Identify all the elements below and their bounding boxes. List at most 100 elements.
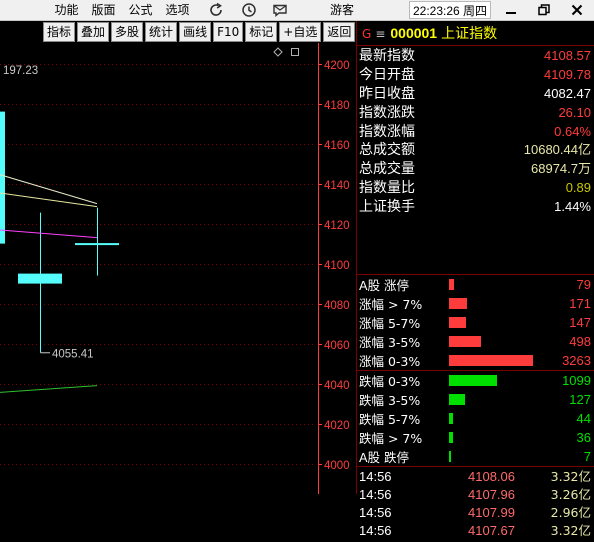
breadth-bar — [449, 413, 453, 424]
stat-value: 26.10 — [558, 104, 591, 120]
minimize-button[interactable] — [497, 0, 525, 20]
indicator-button[interactable]: 指标 — [43, 22, 76, 42]
trade-volume: 3.32亿 — [550, 523, 591, 538]
kline-chart[interactable]: 4200 4180 4160 4140 4120 4100 4080 4060 4040 4020… — [0, 43, 357, 494]
stat-row: 总成交量 68974.7万 — [357, 160, 594, 179]
guest-label[interactable]: 游客 — [330, 0, 354, 20]
breadth-row[interactable]: 涨幅 3-5% 498 — [357, 332, 594, 351]
breadth-row[interactable]: 涨幅 5-7% 147 — [357, 313, 594, 332]
high-price-label: 197.23 — [3, 65, 38, 77]
breadth-bar-track — [441, 275, 537, 294]
price-tick-label: 4000 — [324, 460, 350, 472]
trade-time: 14:56 — [359, 505, 392, 520]
close-button[interactable] — [563, 0, 591, 20]
minimize-icon — [506, 12, 516, 14]
candle-body[interactable] — [0, 111, 5, 244]
mark-button[interactable]: 标记 — [245, 22, 278, 42]
menu-item-function[interactable]: 功能 — [48, 0, 85, 20]
moving-average-line — [0, 174, 98, 205]
moving-average-line — [0, 229, 98, 239]
main-menu: 功能 版面 公式 选项 — [48, 0, 196, 20]
square-icon[interactable] — [291, 48, 299, 56]
clock-icon[interactable] — [241, 2, 257, 18]
breadth-bar — [449, 451, 451, 462]
stat-label: 指数量比 — [359, 180, 415, 197]
breadth-bar — [449, 279, 454, 290]
back-button[interactable]: 返回 — [323, 22, 356, 42]
breadth-label: A股 跌停 — [359, 450, 410, 465]
breadth-row[interactable]: 跌幅 3-5% 127 — [357, 390, 594, 409]
restore-button[interactable] — [530, 0, 558, 20]
stat-value: 0.64% — [554, 123, 591, 139]
breadth-value: 127 — [569, 392, 591, 407]
menu-item-options[interactable]: 选项 — [159, 0, 196, 20]
trade-volume: 3.26亿 — [550, 487, 591, 502]
close-icon — [571, 4, 583, 16]
stat-row: 总成交额 10680.44亿 — [357, 141, 594, 160]
stat-label: 总成交额 — [359, 142, 415, 159]
message-icon[interactable] — [272, 2, 288, 18]
breadth-row[interactable]: 涨幅 0-3% 3263 — [357, 351, 594, 370]
breadth-row[interactable]: 跌幅 > 7% 36 — [357, 428, 594, 447]
breadth-row[interactable]: A股 涨停 79 — [357, 275, 594, 294]
candle-body[interactable] — [18, 273, 62, 284]
breadth-value: 36 — [576, 430, 591, 445]
breadth-bar-track — [441, 428, 537, 447]
breadth-row[interactable]: 跌幅 0-3% 1099 — [357, 371, 594, 390]
stat-label: 上证换手 — [359, 199, 415, 216]
candles — [0, 111, 119, 353]
refresh-icon[interactable] — [208, 2, 224, 18]
diamond-icon[interactable] — [273, 47, 283, 57]
breadth-row[interactable]: A股 跌停 7 — [357, 447, 594, 466]
breadth-value: 7 — [583, 449, 591, 464]
breadth-bar-track — [441, 313, 537, 332]
price-tick-label: 4060 — [324, 340, 350, 352]
moving-average-line — [0, 192, 98, 208]
trade-row: 14:56 4107.96 3.26亿 — [357, 486, 594, 504]
breadth-bar — [449, 317, 466, 328]
breadth-value: 171 — [569, 296, 591, 311]
draw-line-button[interactable]: 画线 — [179, 22, 212, 42]
price-tick-label: 4120 — [324, 220, 350, 232]
breadth-value: 3263 — [562, 353, 591, 368]
breadth-label: 涨幅 3-5% — [359, 335, 421, 350]
stat-label: 总成交量 — [359, 161, 415, 178]
add-watchlist-button[interactable]: +自选 — [279, 22, 322, 42]
trade-volume: 2.96亿 — [550, 505, 591, 520]
overlay-button[interactable]: 叠加 — [77, 22, 110, 42]
breadth-bar — [449, 298, 467, 309]
title-bar: 功能 版面 公式 选项 游客 22:23:26 周四 — [0, 0, 594, 21]
market-g-icon[interactable]: G — [362, 22, 371, 45]
trade-time: 14:56 — [359, 487, 392, 502]
breadth-value: 79 — [576, 277, 591, 292]
price-tick-label: 4160 — [324, 140, 350, 152]
trade-price: 4108.06 — [468, 469, 515, 484]
stat-row: 最新指数 4108.57 — [357, 47, 594, 66]
stat-value: 1.44% — [554, 199, 591, 215]
stat-label: 今日开盘 — [359, 66, 415, 83]
breadth-bar-track — [441, 409, 537, 428]
kline-chart-svg[interactable]: 4200 4180 4160 4140 4120 4100 4080 4060 4040 4020… — [0, 43, 357, 494]
low-price-label: 4055.41 — [52, 348, 94, 360]
stat-value: 4082.47 — [544, 85, 591, 101]
breadth-row[interactable]: 涨幅 > 7% 171 — [357, 294, 594, 313]
chart-labels: 197.23 4055.41 — [3, 65, 94, 360]
quote-menu-icon[interactable]: ≡ — [375, 22, 385, 45]
price-tick-label: 4200 — [324, 60, 350, 72]
f10-button[interactable]: F10 — [213, 22, 244, 42]
trade-time: 14:56 — [359, 523, 392, 538]
trade-time: 14:56 — [359, 469, 392, 484]
trade-row: 14:56 4107.67 3.32亿 — [357, 522, 594, 540]
statistics-button[interactable]: 统计 — [145, 22, 178, 42]
breadth-value: 44 — [576, 411, 591, 426]
multi-stock-button[interactable]: 多股 — [111, 22, 144, 42]
trade-row: 14:56 4107.99 2.96亿 — [357, 504, 594, 522]
breadth-label: 涨幅 0-3% — [359, 354, 421, 369]
candle-body[interactable] — [75, 243, 119, 246]
breadth-row[interactable]: 跌幅 5-7% 44 — [357, 409, 594, 428]
trade-price: 4107.99 — [468, 505, 515, 520]
chart-toolbar: 指标 叠加 多股 统计 画线 F10 标记 +自选 返回 — [0, 21, 357, 43]
menu-item-layout[interactable]: 版面 — [85, 0, 122, 20]
menu-item-formula[interactable]: 公式 — [122, 0, 159, 20]
stat-row: 上证换手 1.44% — [357, 198, 594, 217]
